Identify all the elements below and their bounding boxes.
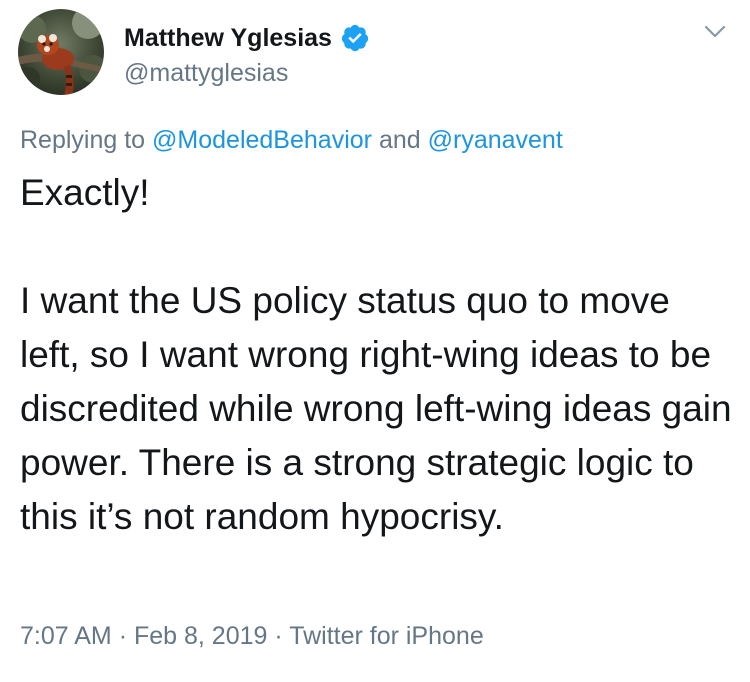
chevron-down-icon[interactable] <box>702 18 728 44</box>
tweet-metadata: 7:07 AM · Feb 8, 2019 · Twitter for iPho… <box>20 622 484 651</box>
author-name-row[interactable]: Matthew Yglesias <box>124 20 370 56</box>
red-panda-avatar-image <box>18 9 104 95</box>
meta-separator: · <box>118 622 128 650</box>
verified-badge-icon <box>340 23 370 53</box>
meta-separator: · <box>274 622 283 650</box>
mention-link-ryanavent[interactable]: @ryanavent <box>428 126 563 154</box>
tweet-text: Exactly! I want the US policy status quo… <box>20 172 732 537</box>
tweet-card: Matthew Yglesias @mattyglesias Replying … <box>0 0 750 682</box>
mention-link-modeledbehavior[interactable]: @ModeledBehavior <box>152 126 372 154</box>
author-display-name[interactable]: Matthew Yglesias <box>124 24 332 53</box>
tweet-time[interactable]: 7:07 AM <box>20 622 112 650</box>
reply-prefix: Replying to <box>20 126 146 154</box>
tweet-source[interactable]: Twitter for iPhone <box>289 622 484 650</box>
avatar[interactable] <box>18 9 104 95</box>
author-handle[interactable]: @mattyglesias <box>124 59 288 88</box>
tweet-date[interactable]: Feb 8, 2019 <box>134 622 267 650</box>
reply-context: Replying to @ModeledBehavior and @ryanav… <box>20 126 563 155</box>
reply-connector: and <box>378 126 421 154</box>
